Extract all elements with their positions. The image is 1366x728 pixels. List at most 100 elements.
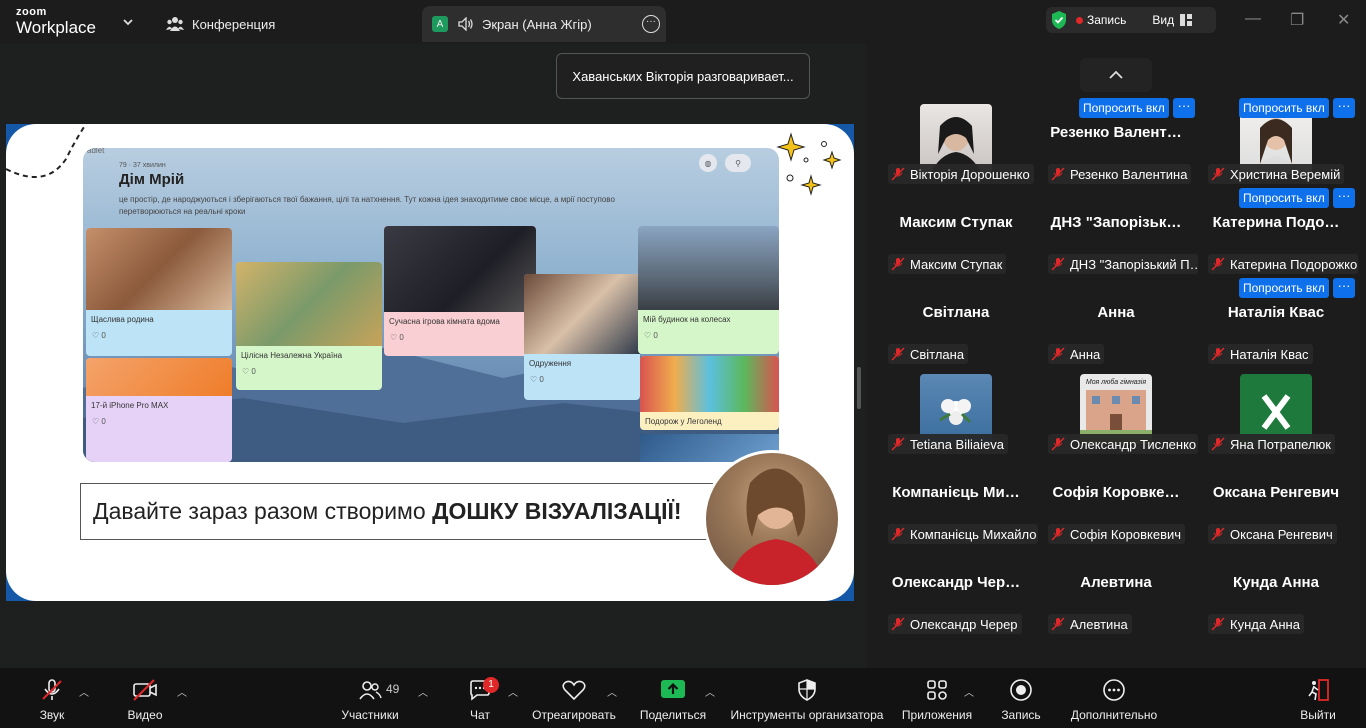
padlet-title: Дім Мрій: [119, 171, 185, 188]
participant-tile[interactable]: Яна Потрапелюк: [1196, 368, 1356, 458]
participant-tile[interactable]: ДНЗ "Запорізьк… ДНЗ "Запорізький П…: [1036, 188, 1198, 278]
card-legoland[interactable]: Подорож у Леголенд: [640, 356, 779, 430]
ask-to-unmute-button[interactable]: Попросить вкл: [1079, 98, 1169, 118]
ask-to-unmute-button[interactable]: Попросить вкл: [1239, 188, 1329, 208]
audio-options-caret-icon[interactable]: ︿: [79, 684, 89, 699]
participant-tile[interactable]: Tetiana Biliaieva: [876, 368, 1036, 458]
minimize-icon[interactable]: —: [1245, 10, 1261, 28]
card-house-on-wheels[interactable]: Мій будинок на колесах ♡ 0: [638, 226, 779, 354]
splitter-handle[interactable]: [857, 367, 861, 409]
participant-tile[interactable]: Світлана Світлана: [876, 278, 1036, 368]
mic-muted-icon: [1211, 437, 1225, 451]
participant-tile[interactable]: Вікторія Дорошенко: [876, 98, 1036, 188]
maximize-icon[interactable]: ❐: [1290, 10, 1304, 30]
card-title: Щаслива родина: [91, 315, 154, 324]
ask-to-unmute-label: Попросить вкл: [1083, 101, 1165, 115]
tile-more-button[interactable]: ···: [1333, 278, 1355, 298]
share-screen-icon: [661, 680, 685, 698]
chevron-down-icon[interactable]: [120, 14, 136, 30]
more-button[interactable]: Дополнительно: [1066, 668, 1162, 728]
react-options-caret-icon[interactable]: ︿: [607, 684, 617, 699]
ask-to-unmute-label: Попросить вкл: [1243, 281, 1325, 295]
like-number: 0: [539, 375, 544, 384]
participant-name-label: Вікторія Дорошенко: [888, 164, 1034, 184]
share-options-caret-icon[interactable]: ︿: [705, 684, 715, 699]
participant-name-label: Олександр Тисленко: [1048, 434, 1198, 454]
participant-tile[interactable]: Максим Ступак Максим Ступак: [876, 188, 1036, 278]
tile-more-button[interactable]: ···: [1333, 188, 1355, 208]
tile-more-button[interactable]: ···: [1173, 98, 1195, 118]
participant-name: Наталія Квас: [1230, 346, 1309, 362]
gallery-page-up-button[interactable]: [1080, 58, 1152, 92]
leave-button[interactable]: Выйти: [1298, 668, 1338, 728]
participant-name-label: Світлана: [888, 344, 969, 364]
host-tools-button[interactable]: Инструменты организатора: [728, 668, 886, 728]
sparkles-decoration: [776, 132, 842, 196]
card-family[interactable]: Щаслива родина ♡ 0: [86, 228, 232, 356]
like-count[interactable]: ♡ 0: [86, 329, 232, 344]
video-label: Видео: [127, 708, 163, 722]
presenter-avatar: A: [432, 16, 448, 32]
chevron-up-icon: [1109, 70, 1123, 79]
apps-options-caret-icon[interactable]: ︿: [964, 684, 974, 699]
participant-tile[interactable]: Алевтина Алевтина: [1036, 548, 1196, 638]
participants-group-icon: [166, 17, 184, 31]
participant-tile[interactable]: Компанієць Ми… Компанієць Михайло: [876, 458, 1038, 548]
participant-tile[interactable]: Моя люба гімназія Олександр Тисленко: [1036, 368, 1198, 458]
logo-line2: Workplace: [16, 18, 96, 37]
heart-plus-icon: [562, 680, 586, 701]
participant-display-name: ДНЗ "Запорізьк…: [1050, 214, 1182, 231]
participant-tile[interactable]: Анна Анна: [1036, 278, 1196, 368]
ukraine-map-photo: [236, 262, 382, 346]
video-options-caret-icon[interactable]: ︿: [177, 684, 187, 699]
audio-button[interactable]: Звук: [34, 668, 70, 728]
padlet-board: adlet 79 · 37 хвилин Дім Мрій це простір…: [83, 148, 779, 462]
like-count[interactable]: ♡ 0: [86, 415, 232, 430]
tile-more-button[interactable]: ···: [1333, 98, 1355, 118]
like-count[interactable]: ♡ 0: [236, 365, 382, 380]
slide-caption: Давайте зараз разом створимо ДОШКУ ВІЗУА…: [80, 483, 720, 540]
participant-tile[interactable]: Олександр Чер… Олександр Черер: [876, 548, 1036, 638]
like-count[interactable]: ♡ 0: [638, 329, 779, 344]
ask-to-unmute-label: Попросить вкл: [1243, 191, 1325, 205]
recording-label[interactable]: Запись: [1087, 13, 1126, 27]
card-gaming-room[interactable]: Сучасна ігрова кімната вдома ♡ 0: [384, 226, 536, 356]
card-ukraine[interactable]: Цілісна Незалежна Україна ♡ 0: [236, 262, 382, 390]
view-button[interactable]: Вид: [1152, 13, 1174, 27]
mic-muted-icon: [891, 347, 905, 361]
participant-tile[interactable]: Софія Коровке… Софія Коровкевич: [1036, 458, 1196, 548]
close-icon[interactable]: ✕: [1337, 10, 1350, 30]
participant-tile[interactable]: Оксана Ренгевич Оксана Ренгевич: [1196, 458, 1356, 548]
like-count[interactable]: ♡ 0: [384, 331, 536, 346]
participant-name: Кунда Анна: [1230, 616, 1300, 632]
share-button[interactable]: Поделиться: [636, 668, 710, 728]
participant-name-label: Олександр Черер: [888, 614, 1022, 634]
more-options-icon[interactable]: ···: [642, 15, 660, 33]
ask-to-unmute-button[interactable]: Попросить вкл: [1239, 278, 1329, 298]
grid-view-icon[interactable]: [1180, 14, 1193, 26]
record-button[interactable]: Запись: [998, 668, 1044, 728]
ask-to-unmute-button[interactable]: Попросить вкл: [1239, 98, 1329, 118]
participants-icon: [359, 681, 382, 700]
tab-conference[interactable]: Конференция: [166, 6, 275, 42]
card-iphone[interactable]: 17-й iPhone Pro MAX ♡ 0: [86, 358, 232, 462]
like-count[interactable]: ♡ 0: [524, 373, 640, 388]
chat-options-caret-icon[interactable]: ︿: [508, 684, 518, 699]
card-title: Мій будинок на колесах: [643, 315, 731, 324]
apps-icon: [927, 680, 947, 700]
card-wedding[interactable]: Одруження ♡ 0: [524, 274, 640, 400]
shared-slide: adlet 79 · 37 хвилин Дім Мрій це простір…: [6, 124, 854, 601]
tab-screen-share[interactable]: A Экран (Анна Жгір) ···: [422, 6, 666, 42]
participant-display-name: Оксана Ренгевич: [1212, 484, 1340, 501]
video-button[interactable]: Видео: [124, 668, 166, 728]
participant-display-name: Анна: [1097, 304, 1135, 321]
shield-check-icon[interactable]: [1050, 10, 1068, 30]
caption-normal: Давайте зараз разом створимо: [93, 498, 433, 524]
participants-options-caret-icon[interactable]: ︿: [418, 684, 428, 699]
participant-display-name: Резенко Валент…: [1050, 124, 1182, 141]
participants-button[interactable]: Участники: [338, 668, 402, 728]
chat-label: Чат: [470, 708, 490, 722]
participant-name-label: Яна Потрапелюк: [1208, 434, 1335, 454]
react-button[interactable]: Отреагировать: [531, 668, 617, 728]
participant-tile[interactable]: Кунда Анна Кунда Анна: [1196, 548, 1356, 638]
